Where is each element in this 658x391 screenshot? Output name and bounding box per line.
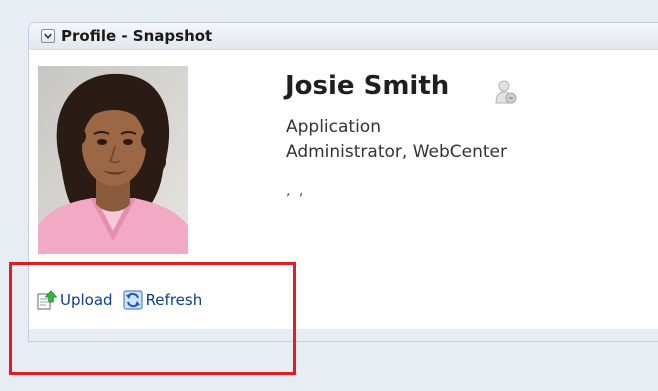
profile-photo [38, 66, 188, 254]
person-name: Josie Smith [285, 71, 450, 101]
presence-status-icon[interactable] [494, 79, 518, 105]
chevron-down-icon[interactable] [41, 29, 55, 43]
highlight-annotation-box [9, 262, 296, 375]
person-location: , , [286, 183, 306, 199]
panel-header: Profile - Snapshot [29, 23, 658, 50]
panel-title: Profile - Snapshot [61, 27, 213, 45]
person-job-title: Application Administrator, WebCenter [286, 117, 507, 162]
